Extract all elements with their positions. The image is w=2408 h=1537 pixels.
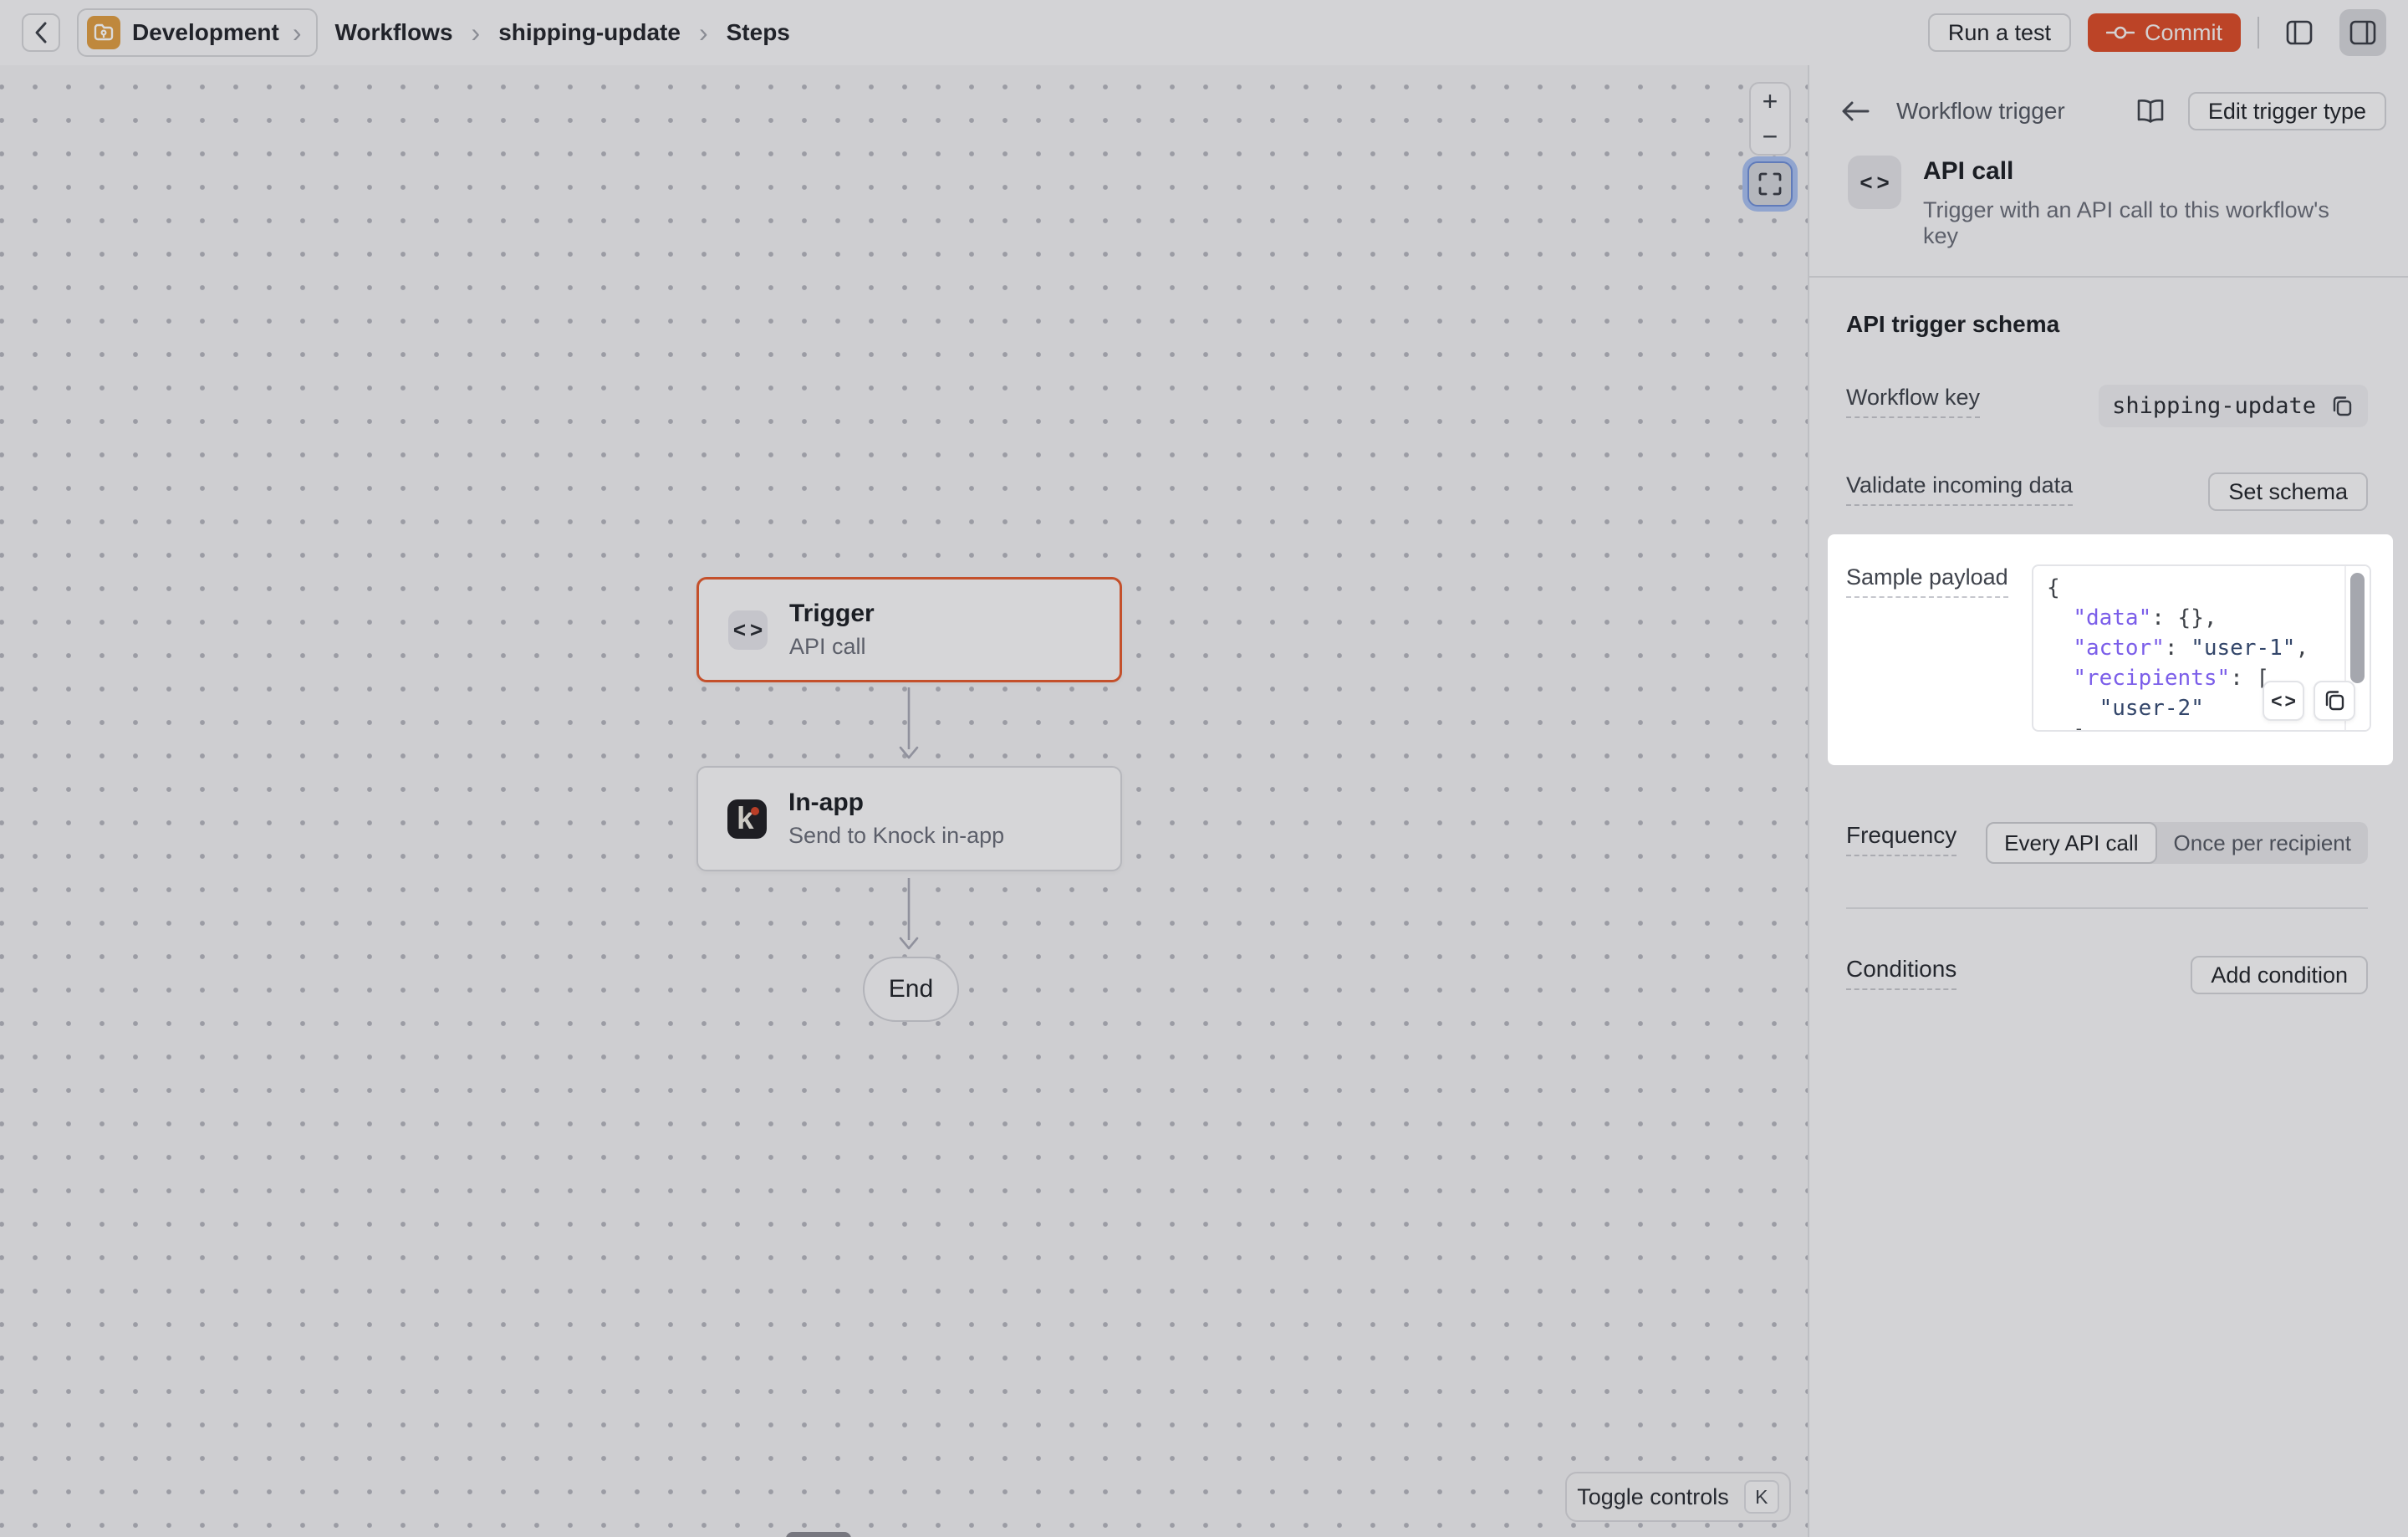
toggle-controls-button[interactable]: Toggle controls K	[1565, 1472, 1791, 1522]
breadcrumb-steps[interactable]: Steps	[727, 19, 790, 46]
fit-view-button[interactable]	[1747, 161, 1793, 207]
commit-button-label: Commit	[2145, 20, 2222, 46]
top-bar: Development › Workflows › shipping-updat…	[0, 0, 2408, 65]
panel-divider	[1846, 907, 2368, 909]
trigger-type-block: <> API call Trigger with an API call to …	[1809, 130, 2408, 249]
in-app-node-text: In-app Send to Knock in-app	[788, 789, 1004, 849]
frequency-label: Frequency	[1846, 822, 1956, 856]
panel-title: Workflow trigger	[1893, 98, 2113, 125]
code-icon: <>	[1848, 156, 1901, 209]
breadcrumb-workflow-key[interactable]: shipping-update	[498, 19, 681, 46]
trigger-node-text: Trigger API call	[789, 600, 875, 660]
frequency-option-once-per-recipient[interactable]: Once per recipient	[2157, 822, 2368, 864]
frequency-section: Frequency Every API call Once per recipi…	[1809, 822, 2408, 994]
workflow-editor-page: Development › Workflows › shipping-updat…	[0, 0, 2408, 1537]
trigger-type-description: Trigger with an API call to this workflo…	[1923, 197, 2368, 249]
panel-back-button[interactable]	[1836, 92, 1875, 130]
environment-folder-icon	[87, 16, 120, 49]
editor-scrollbar-thumb[interactable]	[2350, 573, 2365, 683]
zoom-in-button[interactable]: +	[1751, 84, 1789, 119]
toggle-right-panel-button[interactable]	[2339, 9, 2386, 56]
frequency-row: Frequency Every API call Once per recipi…	[1846, 822, 2368, 864]
edit-trigger-type-button[interactable]: Edit trigger type	[2188, 92, 2386, 130]
run-a-test-button[interactable]: Run a test	[1928, 13, 2071, 52]
arrow-left-icon	[1841, 100, 1870, 122]
open-code-editor-button[interactable]: <>	[2263, 681, 2304, 721]
toolbar-divider	[2258, 17, 2259, 49]
keyboard-shortcut-badge: K	[1744, 1480, 1779, 1514]
conditions-row: Conditions Add condition	[1846, 956, 2368, 994]
end-node: End	[863, 957, 959, 1022]
top-bar-left: Development › Workflows › shipping-updat…	[22, 8, 790, 57]
panel-header: Workflow trigger Edit trigger type	[1809, 65, 2408, 130]
copy-icon[interactable]	[2329, 394, 2354, 419]
panel-right-icon	[2348, 18, 2378, 48]
git-commit-icon	[2106, 23, 2135, 42]
chevron-right-icon: ›	[697, 19, 710, 46]
docs-button[interactable]	[2131, 92, 2170, 130]
zoom-controls: + −	[1749, 82, 1791, 156]
code-icon: <>	[728, 610, 768, 650]
toggle-left-panel-button[interactable]	[2276, 9, 2323, 56]
copy-payload-button[interactable]	[2314, 681, 2355, 721]
workflow-canvas[interactable]: + − <> Trigger API call k In-app Send to…	[0, 65, 1808, 1537]
breadcrumb-workflows[interactable]: Workflows	[334, 19, 452, 46]
frequency-option-every-api-call[interactable]: Every API call	[1986, 822, 2156, 864]
environment-switcher[interactable]: Development ›	[77, 8, 318, 57]
workflow-key-row: Workflow key shipping-update	[1846, 385, 2368, 427]
copy-icon	[2322, 688, 2347, 713]
environment-name: Development	[132, 19, 279, 46]
back-button[interactable]	[22, 13, 60, 52]
sample-payload-label: Sample payload	[1846, 564, 2008, 598]
workflow-trigger-panel: Workflow trigger Edit trigger type <> AP…	[1808, 65, 2408, 1537]
trigger-type-title: API call	[1923, 157, 2368, 186]
workflow-key-label: Workflow key	[1846, 385, 1980, 418]
in-app-node-title: In-app	[788, 789, 1004, 817]
workflow-key-pill: shipping-update	[2099, 385, 2368, 427]
sample-payload-editor[interactable]: { "data": {}, "actor": "user-1", "recipi…	[2032, 564, 2371, 732]
validate-data-label: Validate incoming data	[1846, 472, 2073, 506]
add-condition-button[interactable]: Add condition	[2191, 956, 2368, 994]
panel-left-icon	[2284, 18, 2314, 48]
set-schema-button[interactable]: Set schema	[2208, 472, 2368, 511]
zoom-out-button[interactable]: −	[1751, 119, 1789, 154]
frequency-segmented-control: Every API call Once per recipient	[1986, 822, 2368, 864]
in-app-step-node[interactable]: k In-app Send to Knock in-app	[696, 766, 1122, 871]
conditions-label: Conditions	[1846, 956, 1956, 990]
book-icon	[2135, 99, 2166, 124]
section-heading: API trigger schema	[1846, 311, 2368, 338]
knock-logo-icon: k	[727, 799, 767, 839]
in-app-node-subtitle: Send to Knock in-app	[788, 823, 1004, 849]
toggle-controls-label: Toggle controls	[1577, 1484, 1729, 1510]
top-bar-right: Run a test Commit	[1928, 9, 2386, 56]
commit-button[interactable]: Commit	[2088, 13, 2241, 52]
validate-data-row: Validate incoming data Set schema	[1846, 472, 2368, 511]
workflow-key-value: shipping-update	[2112, 393, 2316, 419]
chevron-right-icon: ›	[291, 19, 304, 46]
trigger-node-title: Trigger	[789, 600, 875, 628]
fullscreen-icon	[1758, 171, 1783, 197]
api-trigger-schema-section: API trigger schema Workflow key shipping…	[1809, 278, 2408, 511]
chevron-right-icon: ›	[470, 19, 482, 46]
end-node-label: End	[889, 975, 933, 1003]
chevron-left-icon	[32, 20, 50, 45]
trigger-step-node[interactable]: <> Trigger API call	[696, 577, 1122, 682]
trigger-type-text: API call Trigger with an API call to thi…	[1923, 156, 2368, 249]
code-icon: <>	[2268, 690, 2298, 712]
trigger-node-subtitle: API call	[789, 634, 875, 660]
bottom-tooltip-peek	[786, 1532, 851, 1537]
sample-payload-section: Sample payload { "data": {}, "actor": "u…	[1828, 534, 2393, 765]
